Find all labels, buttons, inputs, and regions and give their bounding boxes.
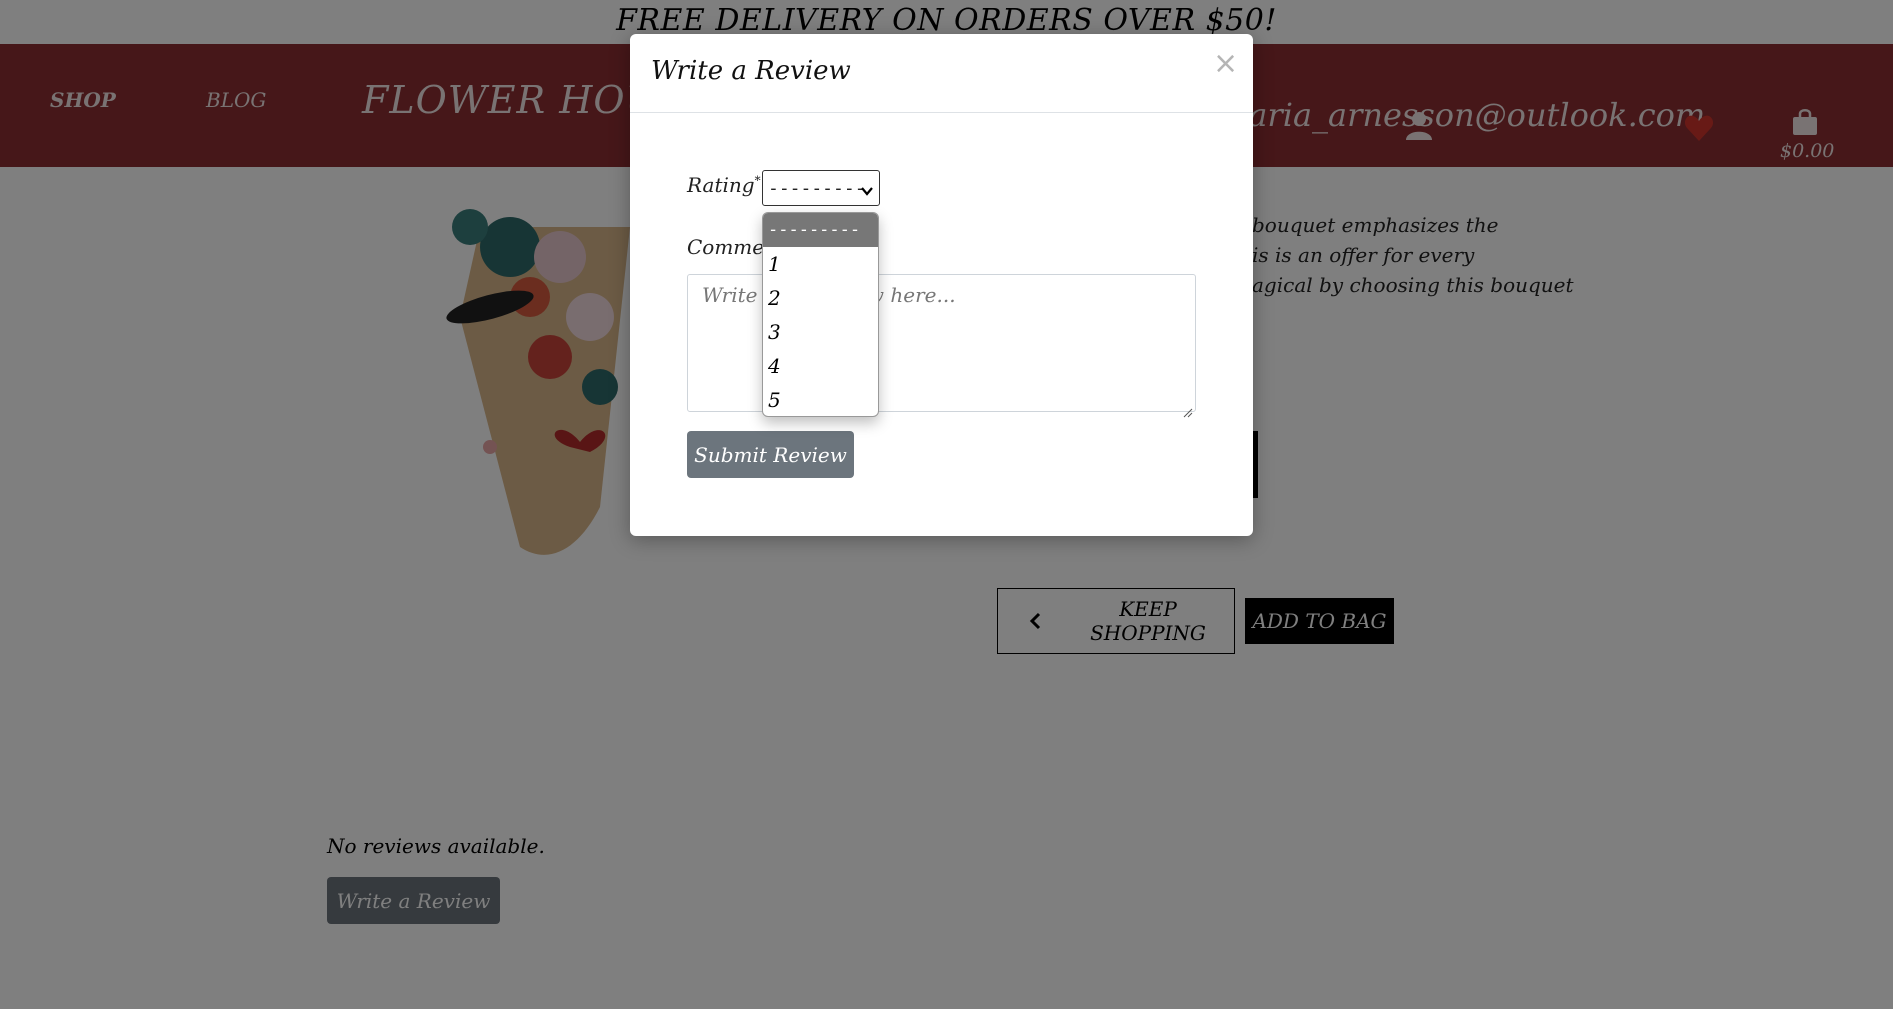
rating-label-text: Rating [687, 173, 755, 197]
rating-option[interactable]: --------- [763, 213, 878, 247]
modal-title: Write a Review [651, 56, 851, 86]
close-icon[interactable]: × [1213, 46, 1238, 81]
modal-header: Write a Review × [630, 34, 1253, 113]
rating-label: Rating* [687, 173, 761, 197]
rating-select[interactable]: --------- [762, 170, 880, 206]
resize-grip-icon[interactable] [1183, 399, 1193, 418]
chevron-down-icon [861, 181, 873, 196]
write-review-modal: Write a Review × Rating* --------- Comme… [630, 34, 1253, 536]
rating-option[interactable]: 1 [763, 247, 878, 281]
rating-select-value: --------- [768, 177, 866, 199]
required-mark: * [754, 173, 761, 188]
rating-dropdown-list: --------- 1 2 3 4 5 [762, 212, 879, 417]
rating-option[interactable]: 3 [763, 315, 878, 349]
submit-review-button[interactable]: Submit Review [687, 431, 854, 478]
rating-option[interactable]: 4 [763, 349, 878, 383]
rating-option[interactable]: 5 [763, 383, 878, 416]
rating-option[interactable]: 2 [763, 281, 878, 315]
